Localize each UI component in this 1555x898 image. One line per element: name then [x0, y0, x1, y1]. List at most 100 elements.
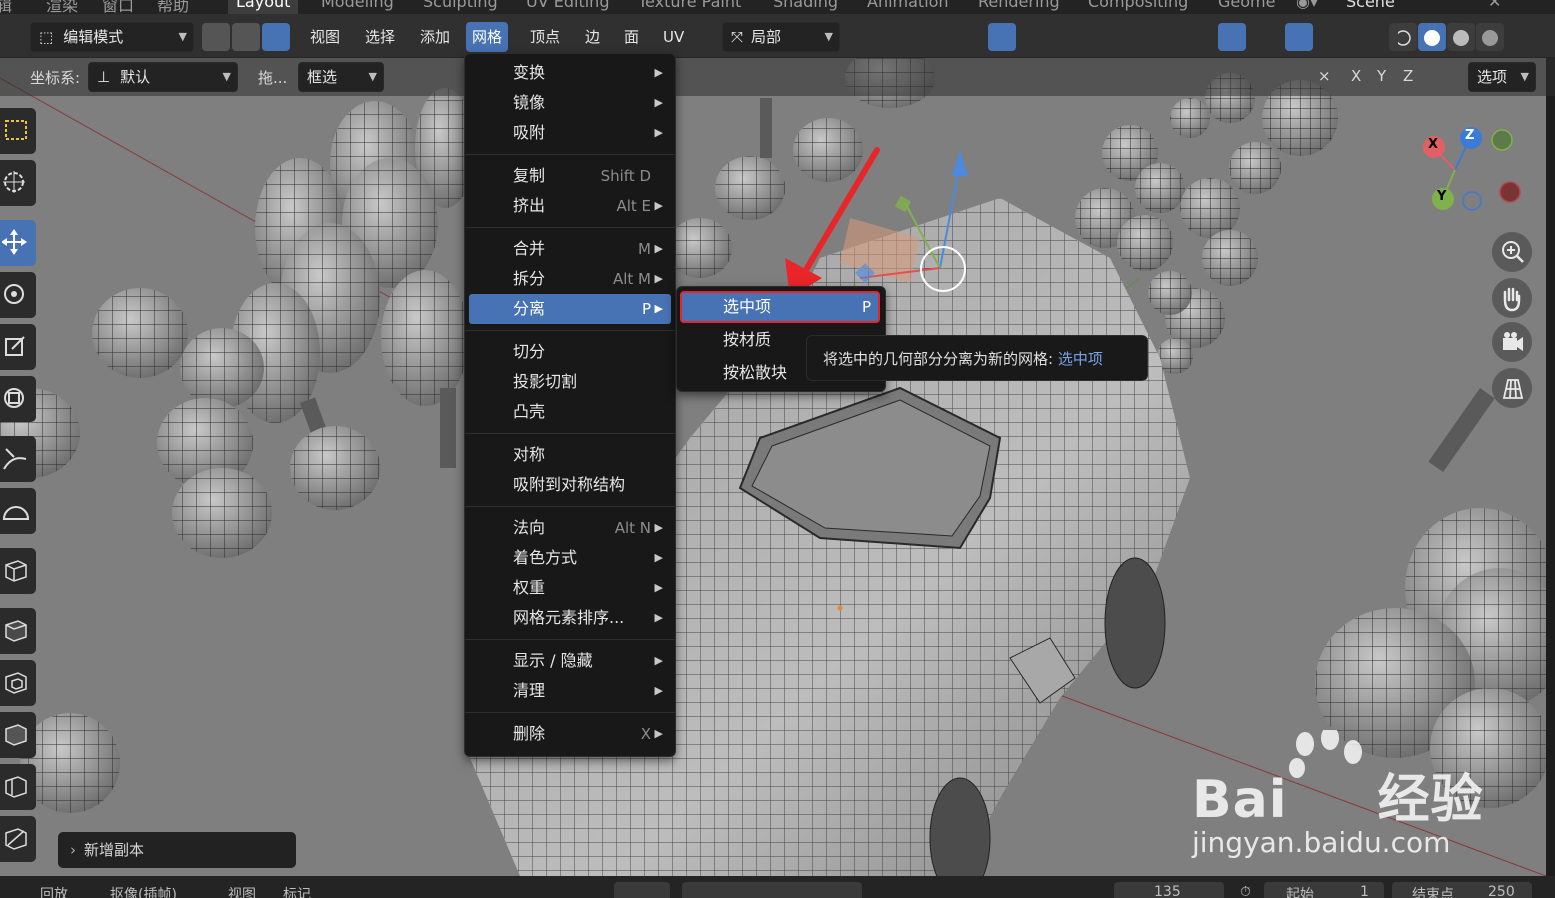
camera-view-button[interactable] [1492, 322, 1532, 362]
menu-item-merge[interactable]: 合并 M ▶ [469, 234, 671, 264]
menu-item-shading[interactable]: 着色方式 ▶ [469, 543, 671, 573]
menu-mesh[interactable]: 网格 [466, 22, 509, 52]
tab-texture-paint[interactable]: Texture Paint [638, 0, 741, 14]
tab-modeling[interactable]: Modeling [321, 0, 394, 14]
edge-select-button[interactable] [232, 23, 260, 51]
current-frame-field[interactable]: 135 [1114, 882, 1224, 898]
menu-vertex[interactable]: 顶点 [524, 22, 566, 52]
menu-window[interactable]: 窗口 [102, 0, 134, 14]
menu-edge[interactable]: 边 [579, 22, 606, 52]
bevel-tool[interactable] [0, 712, 36, 758]
gizmo-toggle-icon[interactable] [1218, 23, 1246, 51]
viewport-header: ⬚ 编辑模式 ▼ 视图 选择 添加 网格 顶点 边 面 UV ⤧ 局部 ▼ [0, 14, 1555, 58]
mirror-x-toggle[interactable]: X [1351, 67, 1361, 85]
last-operator-panel[interactable]: › 新增副本 [58, 832, 296, 868]
rotate-tool[interactable] [0, 272, 36, 318]
menu-item-extrude[interactable]: 挤出 Alt E ▶ [469, 191, 671, 221]
menu-item-knife-project[interactable]: 投影切割 [469, 367, 671, 397]
menu-item-clean-up[interactable]: 清理 ▶ [469, 676, 671, 706]
menu-add[interactable]: 添加 [414, 22, 456, 52]
menu-item-split[interactable]: 拆分 Alt M ▶ [469, 264, 671, 294]
extrude-tool[interactable] [0, 608, 36, 654]
menu-uv[interactable]: UV [657, 22, 690, 52]
tab-shading[interactable]: Shading [773, 0, 838, 14]
vertex-select-button[interactable] [202, 23, 230, 51]
menu-item-selection[interactable]: 选中项 P [680, 291, 880, 323]
coord-dropdown[interactable]: ⊥ 默认 ▼ [88, 62, 238, 92]
marker-menu[interactable]: 标记 [283, 884, 311, 898]
shading-glyphs [1398, 30, 1498, 46]
falloff-icon[interactable] [1020, 23, 1048, 51]
menu-item-symmetrize[interactable]: 对称 [469, 440, 671, 470]
overlays-icon[interactable] [1285, 23, 1313, 51]
playback-menu[interactable]: 回放 [40, 884, 68, 898]
transform-tool[interactable] [0, 376, 36, 422]
inset-tool[interactable] [0, 660, 36, 706]
menu-item-bisect[interactable]: 切分 [469, 337, 671, 367]
menu-edit[interactable]: 辑 [0, 0, 12, 14]
menu-item-show-hide[interactable]: 显示 / 隐藏 ▶ [469, 646, 671, 676]
menu-item-weights[interactable]: 权重 ▶ [469, 573, 671, 603]
mirror-z-toggle[interactable]: Z [1403, 67, 1413, 85]
menu-item-sort-elements[interactable]: 网格元素排序... ▶ [469, 603, 671, 633]
menu-help[interactable]: 帮助 [157, 0, 189, 14]
add-cube-tool[interactable] [0, 548, 36, 594]
editor-type-icon[interactable] [0, 23, 20, 51]
menu-item-snap-to-symmetry[interactable]: 吸附到对称结构 [469, 470, 671, 500]
submenu-arrow-icon: ▶ [654, 272, 663, 285]
perspective-toggle-button[interactable] [1492, 368, 1532, 408]
view-menu[interactable]: 视图 [228, 884, 256, 898]
menu-view[interactable]: 视图 [304, 22, 346, 52]
loop-cut-tool[interactable] [0, 764, 36, 810]
xray-icon[interactable] [1352, 23, 1380, 51]
zoom-button[interactable] [1492, 232, 1532, 272]
menu-render[interactable]: 渲染 [46, 0, 78, 14]
playback-controls[interactable] [682, 882, 862, 898]
knife-tool[interactable] [0, 816, 36, 862]
magnet-icon[interactable] [932, 23, 960, 51]
tab-layout[interactable]: Layout [228, 0, 299, 14]
move-tool[interactable] [0, 220, 36, 266]
start-frame-field[interactable]: 起始 1 [1264, 882, 1384, 898]
tab-compositing[interactable]: Compositing [1088, 0, 1188, 14]
menu-face[interactable]: 面 [618, 22, 645, 52]
scene-icon[interactable]: ◉▾ [1296, 0, 1318, 14]
end-frame-field[interactable]: 结束点 250 [1392, 882, 1532, 898]
options-dropdown[interactable]: 选项 ▼ [1468, 62, 1536, 92]
menu-item-normals[interactable]: 法向 Alt N ▶ [469, 513, 671, 543]
menu-item-transform[interactable]: 变换 ▶ [469, 58, 671, 88]
stopwatch-icon[interactable]: ⏱ [1240, 884, 1251, 898]
scene-name[interactable]: Scene [1346, 0, 1395, 14]
visibility-icon[interactable] [1164, 23, 1192, 51]
snap-icon[interactable] [902, 23, 930, 51]
select-box-tool[interactable] [0, 108, 36, 154]
tab-uv-editing[interactable]: UV Editing [526, 0, 609, 14]
tab-sculpting[interactable]: Sculpting [423, 0, 498, 14]
annotate-tool[interactable] [0, 436, 36, 482]
pan-button[interactable] [1492, 278, 1532, 318]
orientation-dropdown[interactable]: ⤧ 局部 ▼ [722, 22, 840, 52]
mode-dropdown[interactable]: ⬚ 编辑模式 ▼ [30, 22, 194, 52]
menu-item-delete[interactable]: 删除 X ▶ [469, 719, 671, 749]
menu-item-duplicate[interactable]: 复制 Shift D [469, 161, 671, 191]
tab-rendering[interactable]: Rendering [978, 0, 1060, 14]
proportional-edit-icon[interactable] [988, 23, 1016, 51]
scale-tool[interactable] [0, 324, 36, 370]
face-select-button[interactable] [262, 23, 290, 51]
drag-dropdown[interactable]: 框选 ▼ [298, 62, 384, 92]
tab-animation[interactable]: Animation [867, 0, 949, 14]
menu-select[interactable]: 选择 [359, 22, 401, 52]
menu-item-snap[interactable]: 吸附 ▶ [469, 118, 671, 148]
menu-item-mirror[interactable]: 镜像 ▶ [469, 88, 671, 118]
mirror-icon[interactable]: ⨯ [1318, 67, 1331, 85]
record-button[interactable] [614, 882, 670, 898]
cursor-tool[interactable] [0, 160, 36, 206]
measure-tool[interactable] [0, 488, 36, 534]
close-scene-icon[interactable]: ✕ [1488, 0, 1501, 14]
mirror-y-toggle[interactable]: Y [1377, 67, 1386, 85]
pivot-icon[interactable] [850, 23, 878, 51]
keying-menu[interactable]: 抠像(插帧) [110, 884, 177, 898]
menu-item-convex-hull[interactable]: 凸壳 [469, 397, 671, 427]
tab-geometry[interactable]: Geome [1218, 0, 1275, 14]
menu-item-separate[interactable]: 分离 P ▶ [469, 294, 671, 324]
